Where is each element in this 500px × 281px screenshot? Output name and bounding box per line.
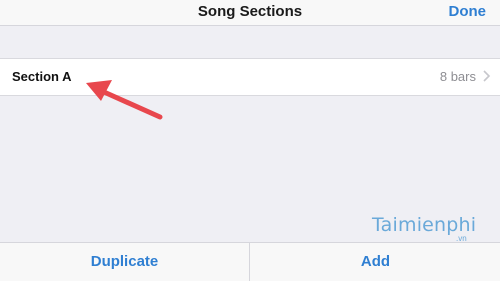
toolbar-divider <box>249 243 250 281</box>
duplicate-button[interactable]: Duplicate <box>0 243 249 281</box>
bottom-toolbar: Duplicate Add <box>0 242 500 281</box>
chevron-right-icon <box>483 70 491 82</box>
done-button[interactable]: Done <box>449 3 487 20</box>
section-name: Section A <box>12 69 72 84</box>
page-title: Song Sections <box>197 3 303 20</box>
navigation-bar: Song Sections Done <box>0 0 500 26</box>
add-button[interactable]: Add <box>251 243 500 281</box>
list-item-section-a[interactable]: Section A 8 bars <box>0 58 500 96</box>
watermark-brand: Taimienphi <box>372 214 477 236</box>
section-bars-count: 8 bars <box>439 69 476 84</box>
